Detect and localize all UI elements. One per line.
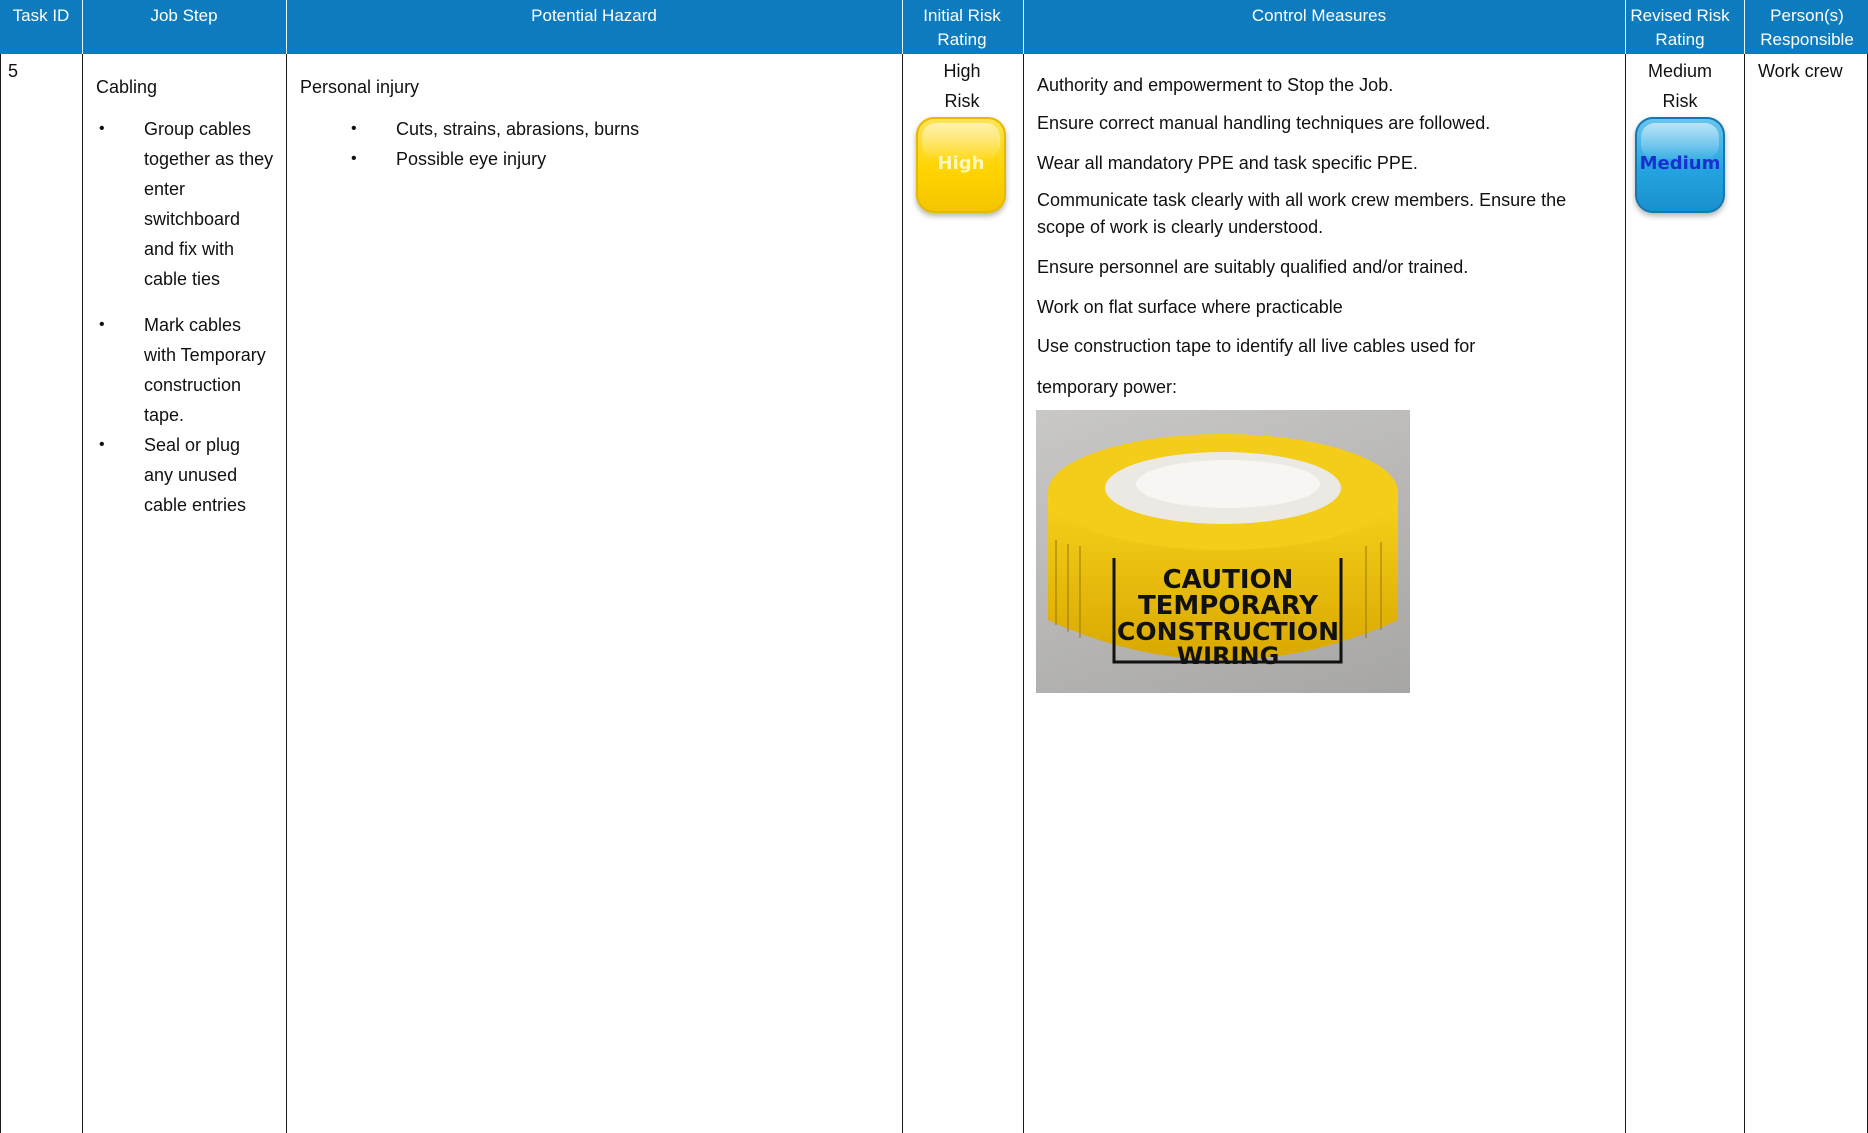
- column-divider: [1625, 54, 1626, 1133]
- list-item: • Cuts, strains, abrasions, burns: [351, 119, 640, 139]
- header-divider: [902, 0, 903, 54]
- header-revised-risk: Revised Risk Rating: [1630, 6, 1730, 49]
- header-job-step: Job Step: [150, 6, 218, 25]
- column-divider: [0, 54, 1, 1133]
- control-item: Ensure personnel are suitably qualified …: [1037, 257, 1469, 277]
- list-item: • Seal or plug any unused cable entries: [99, 435, 247, 515]
- responsible-person: Work crew: [1758, 61, 1843, 81]
- column-divider: [82, 54, 83, 1133]
- control-item: Wear all mandatory PPE and task specific…: [1037, 153, 1418, 173]
- column-divider: [902, 54, 903, 1133]
- risk-assessment-table: Task ID Job Step Potential Hazard Initia…: [0, 0, 1868, 1133]
- control-item: Authority and empowerment to Stop the Jo…: [1037, 75, 1394, 95]
- column-divider: [1744, 54, 1745, 1133]
- header-task-id: Task ID: [12, 6, 70, 25]
- header-divider: [1023, 0, 1024, 54]
- initial-risk-badge: High: [916, 117, 1006, 213]
- header-divider: [82, 0, 83, 54]
- control-item: Work on flat surface where practicable: [1037, 297, 1343, 317]
- column-divider: [286, 54, 287, 1133]
- header-responsible: Person(s) Responsible: [1760, 6, 1854, 49]
- job-step-list: • Group cables together as they enter swi…: [99, 114, 274, 520]
- header-divider: [1625, 0, 1626, 54]
- header-control-measures: Control Measures: [1251, 6, 1387, 25]
- column-divider: [1023, 54, 1024, 1133]
- control-item: Ensure correct manual handling technique…: [1037, 113, 1491, 133]
- list-item: • Possible eye injury: [351, 149, 547, 169]
- hazard-title: Personal injury: [300, 77, 420, 97]
- initial-risk-badge-label: High: [937, 153, 985, 174]
- control-item: temporary power:: [1037, 377, 1178, 397]
- control-item: Use construction tape to identify all li…: [1037, 336, 1476, 356]
- initial-risk-text: High Risk: [943, 61, 981, 111]
- header-divider: [1744, 0, 1745, 54]
- header-divider: [286, 0, 287, 54]
- revised-risk-badge-label: Medium: [1639, 153, 1721, 174]
- header-initial-risk: Initial Risk Rating: [923, 6, 1001, 49]
- revised-risk-text: Medium Risk: [1647, 61, 1713, 111]
- tape-roll-illustration: CAUTION TEMPORARY CONSTRUCTION WIRING: [1048, 434, 1398, 670]
- header-potential-hazard: Potential Hazard: [531, 6, 657, 25]
- list-item: • Group cables together as they enter swi…: [99, 119, 274, 289]
- list-item: • Mark cables with Temporary construction…: [99, 315, 266, 425]
- control-item: Communicate task clearly with all work c…: [1037, 190, 1567, 237]
- revised-risk-badge: Medium: [1635, 117, 1725, 213]
- tape-wiring-word: WIRING: [1177, 642, 1280, 670]
- job-step-title: Cabling: [96, 77, 158, 97]
- caution-tape-photo: CAUTION TEMPORARY CONSTRUCTION WIRING: [1036, 410, 1410, 693]
- task-id: 5: [8, 61, 19, 81]
- hazard-list: • Cuts, strains, abrasions, burns • Possib…: [351, 114, 876, 174]
